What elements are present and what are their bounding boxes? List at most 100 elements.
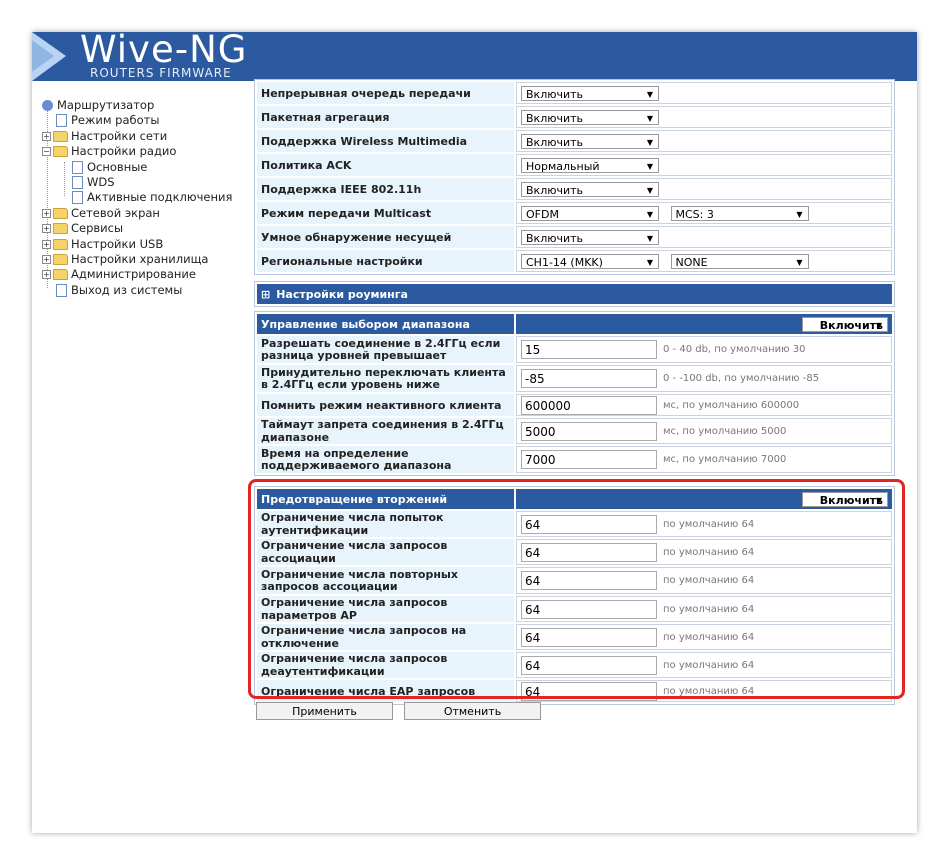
table-row: Поддержка IEEE 802.11h Включить ▼ xyxy=(257,178,892,200)
setting-label: Умное обнаружение несущей xyxy=(257,226,514,248)
apply-button[interactable]: Применить xyxy=(256,702,393,720)
setting-label: Режим передачи Multicast xyxy=(257,202,514,224)
folder-icon xyxy=(53,269,68,281)
table-row: Умное обнаружение несущей Включить ▼ xyxy=(257,226,892,248)
logo-mark-icon xyxy=(32,32,66,81)
band-steering-table: Управление выбором диапазона Включить ▼ Р… xyxy=(254,311,895,476)
band-detect-time-input[interactable]: 7000 xyxy=(521,450,657,469)
chevron-down-icon: ▼ xyxy=(646,89,653,99)
tx-burst-select[interactable]: Включить ▼ xyxy=(521,85,659,101)
inactive-client-input[interactable]: 600000 xyxy=(521,395,657,415)
table-row: Управление выбором диапазона Включить ▼ xyxy=(257,314,892,334)
hint-text: мс, по умолчанию 7000 xyxy=(663,454,787,465)
band-steering-title: Управление выбором диапазона xyxy=(257,314,514,334)
chevron-down-icon: ▼ xyxy=(646,137,653,147)
tree-item-active-connections[interactable]: Активные подключения xyxy=(42,190,252,205)
table-row: Время на определение поддерживаемого диа… xyxy=(257,446,892,473)
expand-icon[interactable]: + xyxy=(42,224,51,234)
tree-item-network[interactable]: + Настройки сети xyxy=(42,129,252,144)
setting-label: Поддержка Wireless Multimedia xyxy=(257,130,514,152)
expand-icon[interactable]: + xyxy=(42,254,51,264)
expand-icon[interactable]: ⊞ xyxy=(261,288,270,301)
region-extra-select[interactable]: NONE ▼ xyxy=(670,253,809,269)
roaming-header[interactable]: ⊞ Настройки роуминга xyxy=(257,284,892,304)
roaming-table: ⊞ Настройки роуминга xyxy=(254,281,895,307)
highlight-frame xyxy=(248,479,905,699)
page-icon xyxy=(56,114,67,128)
tree-item-admin[interactable]: + Администрирование xyxy=(42,267,252,282)
radio-settings-table: Непрерывная очередь передачи Включить ▼ П… xyxy=(254,79,895,275)
multicast-mcs-select[interactable]: MCS: 3 ▼ xyxy=(670,205,809,221)
tree-item-usb[interactable]: + Настройки USB xyxy=(42,237,252,252)
hint-text: 0 - 40 db, по умолчанию 30 xyxy=(663,344,806,355)
chevron-down-icon: ▼ xyxy=(646,161,653,171)
expand-icon[interactable]: + xyxy=(42,131,51,141)
header-bar: Wive-NG ROUTERS FIRMWARE xyxy=(32,32,917,81)
page-icon xyxy=(72,160,83,174)
multicast-mode-select[interactable]: OFDM ▼ xyxy=(521,205,659,221)
hint-text: мс, по умолчанию 5000 xyxy=(663,425,787,437)
tree-item-radio[interactable]: − Настройки радио xyxy=(42,144,252,159)
table-row: Помнить режим неактивного клиента 600000… xyxy=(257,394,892,416)
tree-item-firewall[interactable]: + Сетевой экран xyxy=(42,206,252,221)
tree-item-storage[interactable]: + Настройки хранилища xyxy=(42,252,252,267)
wmm-select[interactable]: Включить ▼ xyxy=(521,133,659,149)
hint-text: 0 - -100 db, по умолчанию -85 xyxy=(663,373,820,384)
page-icon xyxy=(56,283,67,297)
setting-label: Разрешать соединение в 2.4ГГц если разни… xyxy=(257,336,514,363)
browser-frame: Wive-NG ROUTERS FIRMWARE Маршрутизатор Р… xyxy=(32,32,917,833)
setting-label: Время на определение поддерживаемого диа… xyxy=(257,446,514,473)
expand-icon[interactable]: + xyxy=(42,239,51,249)
table-row: Таймаут запрета соединения в 2.4ГГц диап… xyxy=(257,418,892,444)
setting-label: Таймаут запрета соединения в 2.4ГГц диап… xyxy=(257,418,514,444)
setting-label: Политика ACK xyxy=(257,154,514,176)
band-threshold-input[interactable]: -85 xyxy=(521,369,657,388)
expand-icon[interactable]: + xyxy=(42,208,51,218)
table-row: Поддержка Wireless Multimedia Включить ▼ xyxy=(257,130,892,152)
page-icon xyxy=(72,175,83,189)
chevron-down-icon: ▼ xyxy=(646,257,653,267)
chevron-down-icon: ▼ xyxy=(646,185,653,195)
folder-icon xyxy=(53,238,68,250)
table-row: Режим передачи Multicast OFDM ▼ MCS: 3 ▼ xyxy=(257,202,892,224)
region-select[interactable]: CH1-14 (MKK) ▼ xyxy=(521,253,659,269)
nav-tree: Маршрутизатор Режим работы + Настройки се… xyxy=(42,98,252,298)
table-row: Разрешать соединение в 2.4ГГц если разни… xyxy=(257,336,892,363)
table-row: Принудительно переключать клиента в 2.4Г… xyxy=(257,365,892,392)
tree-item-basic[interactable]: Основные xyxy=(42,160,252,175)
chevron-down-icon: ▼ xyxy=(796,209,803,219)
deny-timeout-input[interactable]: 5000 xyxy=(521,421,657,441)
tree-item-wds[interactable]: WDS xyxy=(42,175,252,190)
chevron-down-icon: ▼ xyxy=(646,233,653,243)
folder-icon xyxy=(53,223,68,235)
ack-policy-select[interactable]: Нормальный ▼ xyxy=(521,157,659,173)
folder-icon xyxy=(53,130,68,142)
table-row: Региональные настройки CH1-14 (MKK) ▼ NON… xyxy=(257,250,892,272)
setting-label: Пакетная агрегация xyxy=(257,106,514,128)
cancel-button[interactable]: Отменить xyxy=(404,702,541,720)
collapse-icon[interactable]: − xyxy=(42,147,51,157)
tree-item-logout[interactable]: Выход из системы xyxy=(42,283,252,298)
tree-item-router[interactable]: Маршрутизатор xyxy=(42,98,252,113)
setting-label: Поддержка IEEE 802.11h xyxy=(257,178,514,200)
folder-icon xyxy=(53,253,68,265)
band-steering-toggle[interactable]: Включить ▼ xyxy=(802,316,888,332)
ieee80211h-select[interactable]: Включить ▼ xyxy=(521,181,659,197)
table-row: Непрерывная очередь передачи Включить ▼ xyxy=(257,82,892,104)
table-row: Политика ACK Нормальный ▼ xyxy=(257,154,892,176)
tree-item-services[interactable]: + Сервисы xyxy=(42,221,252,236)
folder-open-icon xyxy=(53,146,68,158)
table-row: ⊞ Настройки роуминга xyxy=(257,284,892,304)
carrier-detect-select[interactable]: Включить ▼ xyxy=(521,229,659,245)
chevron-down-icon: ▼ xyxy=(646,113,653,123)
table-row: Пакетная агрегация Включить ▼ xyxy=(257,106,892,128)
tree-item-mode[interactable]: Режим работы xyxy=(42,113,252,128)
folder-icon xyxy=(53,207,68,219)
packet-aggregation-select[interactable]: Включить ▼ xyxy=(521,109,659,125)
setting-label: Помнить режим неактивного клиента xyxy=(257,394,514,416)
hint-text: мс, по умолчанию 600000 xyxy=(663,399,800,411)
chevron-down-icon: ▼ xyxy=(796,257,803,267)
band-diff-input[interactable]: 15 xyxy=(521,340,657,359)
chevron-down-icon: ▼ xyxy=(646,209,653,219)
expand-icon[interactable]: + xyxy=(42,270,51,280)
